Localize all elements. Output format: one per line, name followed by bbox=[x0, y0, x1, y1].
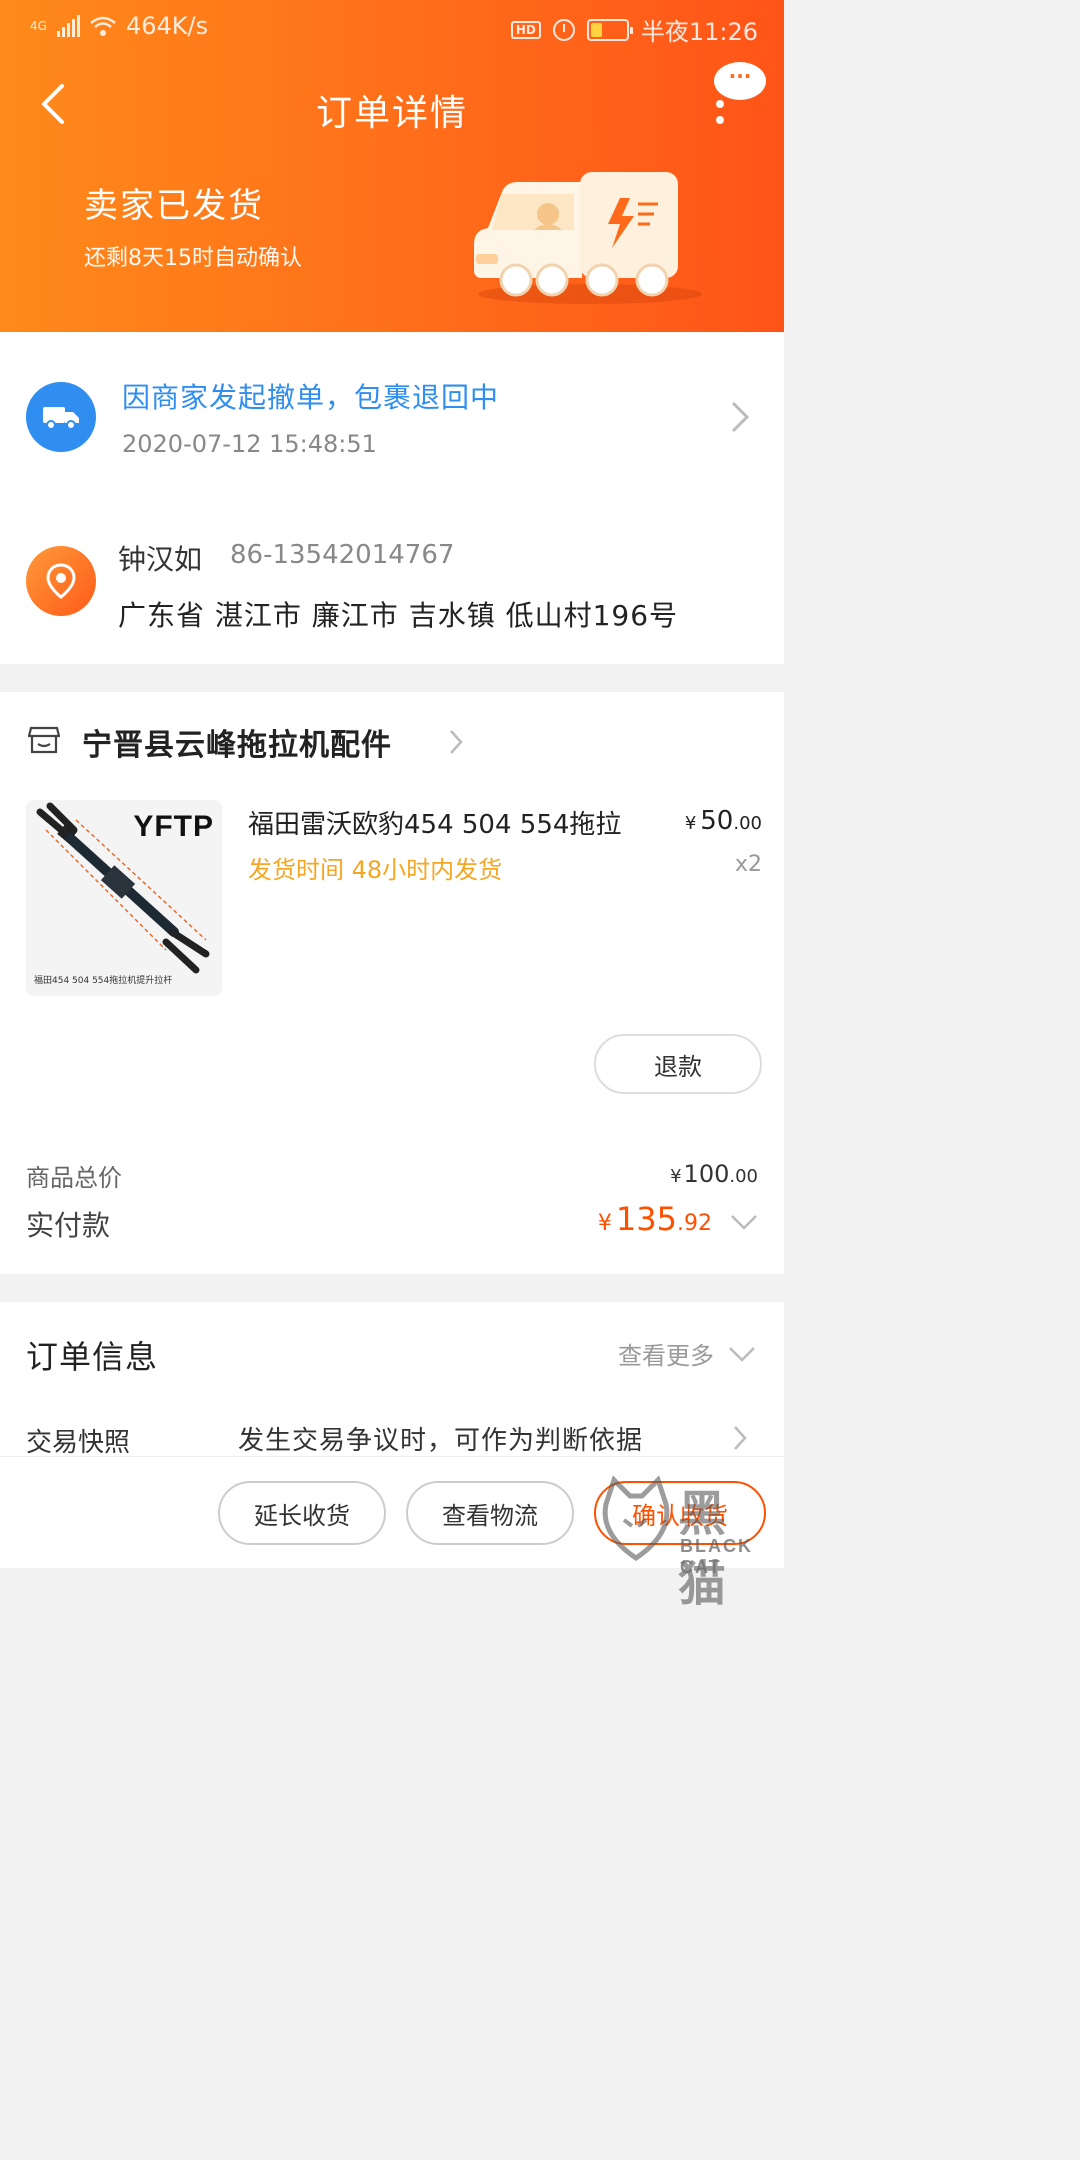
shop-name[interactable]: 宁晋县云峰拖拉机配件 bbox=[82, 720, 392, 764]
receiver-phone: 86-13542014767 bbox=[230, 540, 455, 570]
logistics-time: 2020-07-12 15:48:51 bbox=[122, 430, 377, 458]
shop-icon bbox=[28, 726, 60, 754]
receiver-name: 钟汉如 bbox=[118, 543, 203, 576]
order-info-card: 订单信息 查看更多 交易快照 发生交易争议时，可作为判断依据 bbox=[0, 1302, 784, 1462]
network-speed: 464K/s bbox=[125, 12, 209, 40]
refund-button[interactable]: 退款 bbox=[594, 1034, 762, 1094]
product-price: ¥50.00 bbox=[684, 806, 762, 836]
location-pin-icon bbox=[26, 546, 96, 616]
hd-icon: HD bbox=[510, 20, 541, 39]
status-time: 半夜11:26 bbox=[640, 18, 758, 46]
extend-receipt-button[interactable]: 延长收货 bbox=[218, 1481, 386, 1545]
auto-confirm-countdown: 还剩8天15时自动确认 bbox=[84, 246, 302, 271]
delivery-truck-illustration bbox=[474, 172, 702, 304]
goods-total-value: ¥100.00 bbox=[670, 1160, 758, 1188]
receiver-address: 广东省 湛江市 廉江市 吉水镇 低山村196号 bbox=[118, 599, 679, 632]
view-logistics-button[interactable]: 查看物流 bbox=[406, 1481, 574, 1545]
product-image-brand: YFTP bbox=[133, 810, 214, 843]
product-image-caption: 福田454 504 554拖拉机提升拉杆 bbox=[34, 976, 173, 986]
chevron-right-icon[interactable] bbox=[730, 400, 750, 434]
chevron-down-icon[interactable] bbox=[728, 1346, 756, 1362]
page-title: 订单详情 bbox=[315, 93, 468, 134]
order-info-title: 订单信息 bbox=[26, 1338, 159, 1376]
chevron-right-icon[interactable] bbox=[732, 1424, 748, 1452]
more-dots-icon bbox=[716, 100, 724, 132]
view-more-link[interactable]: 查看更多 bbox=[618, 1336, 714, 1371]
product-ship-time: 发货时间 48小时内发货 bbox=[248, 856, 503, 884]
order-header: 4G 464K/s HD 半夜11:26 订单详情 ··· 卖家已发货 还剩8天… bbox=[0, 0, 784, 332]
bottom-action-bar: 延长收货 查看物流 确认收货 bbox=[0, 1456, 784, 1568]
message-bubble-icon: ··· bbox=[714, 62, 766, 100]
shipping-status: 卖家已发货 bbox=[84, 186, 264, 226]
product-image[interactable]: YFTP 福田454 504 554拖拉机提升拉杆 bbox=[26, 800, 222, 996]
logistics-truck-icon bbox=[26, 382, 96, 452]
chevron-right-icon[interactable] bbox=[448, 728, 464, 756]
battery-icon bbox=[586, 18, 633, 41]
signal-icon bbox=[56, 15, 80, 37]
wifi-icon bbox=[90, 16, 116, 36]
confirm-receipt-button[interactable]: 确认收货 bbox=[594, 1481, 766, 1545]
goods-total-label: 商品总价 bbox=[26, 1164, 122, 1192]
product-quantity: x2 bbox=[734, 852, 762, 877]
network-type: 4G bbox=[30, 19, 47, 33]
more-menu-button[interactable]: ··· bbox=[706, 62, 766, 126]
snapshot-description: 发生交易争议时，可作为判断依据 bbox=[238, 1426, 644, 1456]
product-name[interactable]: 福田雷沃欧豹454 504 554拖拉 bbox=[248, 804, 648, 841]
paid-amount-value: ¥135.92 bbox=[597, 1200, 712, 1238]
snapshot-label[interactable]: 交易快照 bbox=[26, 1422, 130, 1459]
chevron-down-icon[interactable] bbox=[730, 1214, 758, 1230]
logistics-message[interactable]: 因商家发起撤单，包裹退回中 bbox=[122, 376, 499, 416]
order-item-card: 宁晋县云峰拖拉机配件 YFTP 福田454 504 554拖拉机提升拉杆 福田雷… bbox=[0, 692, 784, 1274]
alarm-icon bbox=[552, 18, 575, 41]
paid-amount-label: 实付款 bbox=[26, 1209, 111, 1242]
delivery-card: 因商家发起撤单，包裹退回中 2020-07-12 15:48:51 钟汉如 86… bbox=[0, 332, 784, 664]
status-bar: 4G 464K/s HD 半夜11:26 bbox=[0, 0, 784, 56]
